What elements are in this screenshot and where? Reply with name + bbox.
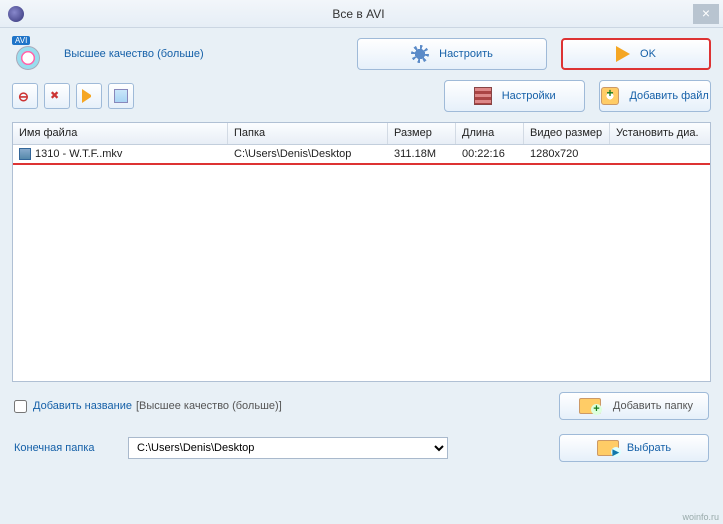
watermark: woinfo.ru (682, 512, 719, 522)
mini-toolbar: ⊖ ✖ (12, 83, 134, 109)
col-vsize[interactable]: Видео размер (524, 123, 610, 144)
col-length[interactable]: Длина (456, 123, 524, 144)
preview-button[interactable] (76, 83, 102, 109)
settings-button[interactable]: Настройки (444, 80, 585, 112)
file-table: Имя файла Папка Размер Длина Видео разме… (12, 122, 711, 382)
ok-label: OK (640, 48, 656, 60)
quality-label: Высшее качество (больше) (64, 48, 204, 60)
settings-label: Настройки (502, 90, 556, 102)
col-size[interactable]: Размер (388, 123, 456, 144)
choose-button[interactable]: Выбрать (559, 434, 709, 462)
col-filename[interactable]: Имя файла (13, 123, 228, 144)
info-button[interactable] (108, 83, 134, 109)
info-icon (114, 89, 128, 103)
cell-dia (610, 152, 710, 156)
file-icon (19, 148, 31, 160)
cell-vsize: 1280x720 (524, 146, 610, 162)
table-row[interactable]: 1310 - W.T.F..mkv C:\Users\Denis\Desktop… (13, 145, 710, 165)
add-title-checkbox[interactable] (14, 400, 27, 413)
preview-icon (82, 89, 96, 103)
clear-button[interactable]: ✖ (44, 83, 70, 109)
clear-icon: ✖ (50, 89, 64, 103)
film-icon (474, 87, 492, 105)
folder-add-icon (579, 398, 601, 414)
add-file-label: Добавить файл (629, 90, 708, 102)
table-header: Имя файла Папка Размер Длина Видео разме… (13, 123, 710, 145)
add-file-button[interactable]: Добавить файл (599, 80, 711, 112)
window-title: Все в AVI (24, 7, 693, 21)
format-icon: AVI (12, 38, 44, 70)
dest-label: Конечная папка (14, 442, 114, 454)
ok-button[interactable]: OK (561, 38, 711, 70)
choose-label: Выбрать (627, 442, 671, 454)
dest-path-select[interactable]: C:\Users\Denis\Desktop (128, 437, 448, 459)
add-title-suffix: [Высшее качество (больше)] (136, 400, 282, 412)
play-icon (616, 46, 630, 62)
add-title-label[interactable]: Добавить название (33, 400, 132, 412)
add-folder-label: Добавить папку (613, 400, 693, 412)
col-dia[interactable]: Установить диа. (610, 123, 710, 144)
remove-icon: ⊖ (18, 89, 32, 103)
configure-label: Настроить (439, 48, 493, 60)
cell-folder: C:\Users\Denis\Desktop (228, 146, 388, 162)
col-folder[interactable]: Папка (228, 123, 388, 144)
cell-size: 311.18M (388, 146, 456, 162)
add-icon (601, 87, 619, 105)
add-folder-button[interactable]: Добавить папку (559, 392, 709, 420)
cell-length: 00:22:16 (456, 146, 524, 162)
close-button[interactable]: × (693, 4, 719, 24)
gear-icon (411, 45, 429, 63)
cell-filename: 1310 - W.T.F..mkv (13, 146, 228, 162)
folder-open-icon (597, 440, 619, 456)
app-icon (8, 6, 24, 22)
remove-button[interactable]: ⊖ (12, 83, 38, 109)
configure-button[interactable]: Настроить (357, 38, 547, 70)
